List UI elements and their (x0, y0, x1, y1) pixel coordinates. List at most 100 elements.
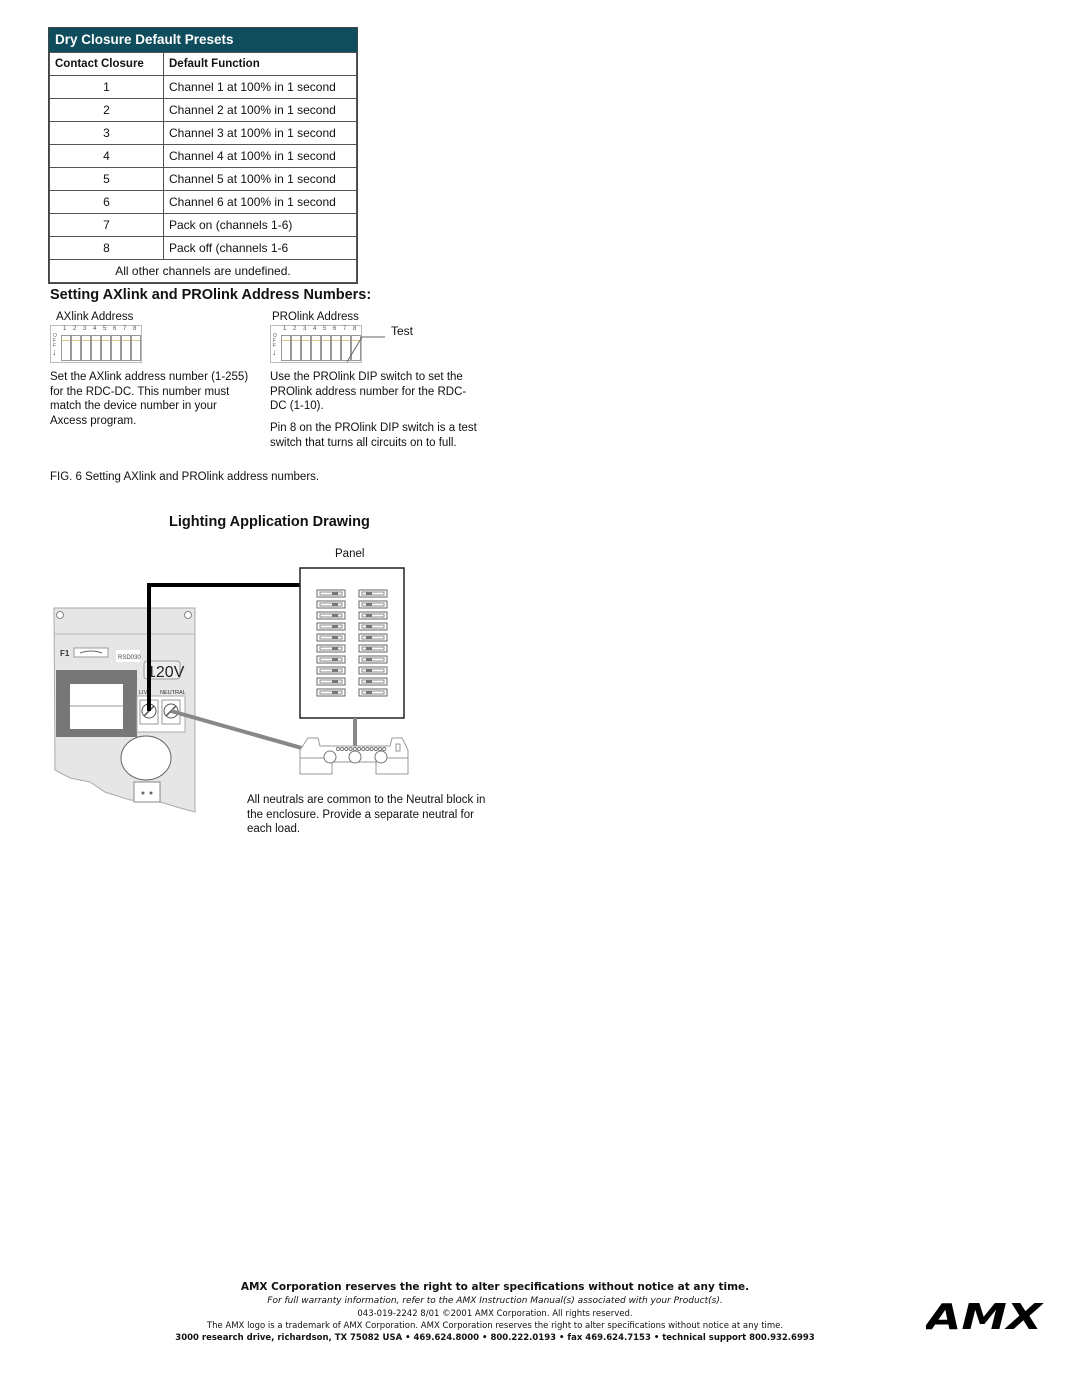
fuse-label: F1 (60, 649, 70, 658)
table-footer-note: All other channels are undefined. (49, 259, 357, 283)
neutral-terminal (361, 746, 366, 752)
column-header-default-function: Default Function (163, 52, 357, 76)
prolink-switch-2[interactable] (291, 335, 301, 361)
breaker (316, 633, 346, 642)
axlink-dip-switch: O F F ↓ 1 2 3 4 5 6 7 8 (50, 325, 142, 363)
prolink-address-label: PROlink Address (272, 311, 359, 323)
prolink-switch-number: 3 (303, 326, 307, 332)
table-row: 5 Channel 5 at 100% in 1 second (49, 167, 357, 191)
footer-warranty: For full warranty information, refer to … (267, 1296, 723, 1306)
address-section-heading: Setting AXlink and PROlink Address Numbe… (50, 287, 372, 303)
prolink-switch-5[interactable] (321, 335, 331, 361)
prolink-switch-number: 4 (313, 326, 317, 332)
default-function: Channel 3 at 100% in 1 second (163, 121, 357, 145)
axlink-switch-2[interactable] (71, 335, 81, 361)
breaker (316, 589, 346, 598)
footer-contact: 3000 research drive, richardson, TX 7508… (175, 1333, 815, 1343)
default-function: Pack on (channels 1-6) (163, 213, 357, 237)
breaker (358, 666, 388, 675)
axlink-switch-8[interactable] (131, 335, 141, 361)
breaker-panel (299, 567, 405, 719)
axlink-switch-4[interactable] (91, 335, 101, 361)
prolink-switch-3[interactable] (301, 335, 311, 361)
closure-number: 1 (49, 75, 164, 99)
prolink-switch-number: 5 (323, 326, 327, 332)
breaker (316, 644, 346, 653)
table-header-row: Contact Closure Default Function (49, 52, 357, 76)
neutral-terminal (352, 746, 357, 752)
down-arrow-icon: ↓ (52, 347, 57, 357)
default-function: Channel 6 at 100% in 1 second (163, 190, 357, 214)
svg-text:RSD030: RSD030 (118, 655, 141, 661)
breaker (316, 622, 346, 631)
prolink-switch-number: 6 (333, 326, 337, 332)
default-function: Channel 2 at 100% in 1 second (163, 98, 357, 122)
axlink-switch-3[interactable] (81, 335, 91, 361)
prolink-description: Use the PROlink DIP switch to set the PR… (270, 371, 467, 412)
axlink-switch-7[interactable] (121, 335, 131, 361)
table-title: Dry Closure Default Presets (49, 28, 357, 52)
footer-trademark: The AMX logo is a trademark of AMX Corpo… (206, 1321, 784, 1331)
closure-number: 2 (49, 98, 164, 122)
footer-copyright: 043-019-2242 8/01 ©2001 AMX Corporation.… (357, 1309, 633, 1319)
axlink-description: Set the AXlink address number (1-255) fo… (50, 371, 249, 427)
prolink-test-description: Pin 8 on the PROlink DIP switch is a tes… (270, 422, 477, 449)
neutral-terminal (377, 746, 383, 752)
test-label: Test (391, 324, 414, 338)
figure-caption: FIG. 6 Setting AXlink and PROlink addres… (50, 471, 320, 483)
table-footer-row: All other channels are undefined. (49, 259, 357, 283)
default-function: Channel 5 at 100% in 1 second (163, 167, 357, 191)
amx-logo: AMX (922, 1297, 1046, 1338)
neutral-terminal (369, 746, 374, 752)
axlink-switch-number: 3 (83, 326, 87, 332)
closure-number: 3 (49, 121, 164, 145)
breaker (316, 666, 346, 675)
closure-number: 7 (49, 213, 164, 237)
breaker (316, 688, 346, 697)
closure-number: 8 (49, 236, 164, 260)
table-row: 2 Channel 2 at 100% in 1 second (49, 98, 357, 122)
prolink-switch-number: 2 (293, 326, 297, 332)
breaker (358, 633, 388, 642)
axlink-switch-1[interactable] (61, 335, 71, 361)
prolink-switch-number: 1 (283, 326, 287, 332)
neutral-terminal (365, 746, 370, 752)
axlink-switch-number: 4 (93, 326, 97, 332)
svg-text:120V: 120V (147, 664, 185, 681)
dry-closure-presets-table: Dry Closure Default Presets Contact Clos… (48, 27, 358, 284)
prolink-switch-4[interactable] (311, 335, 321, 361)
neutral-terminal (348, 746, 353, 752)
breaker (358, 677, 388, 686)
closure-number: 6 (49, 190, 164, 214)
breaker (316, 611, 346, 620)
breaker (358, 655, 388, 664)
axlink-switch-6[interactable] (111, 335, 121, 361)
neutral-terminal (340, 746, 345, 752)
breaker (358, 589, 388, 598)
neutral-terminal (373, 746, 378, 752)
footer-disclaimer: AMX Corporation reserves the right to al… (240, 1281, 750, 1293)
table-row: 7 Pack on (channels 1-6) (49, 213, 357, 237)
breaker (358, 611, 388, 620)
table-row: 8 Pack off (channels 1-6 (49, 236, 357, 260)
test-pointer-line (346, 336, 385, 363)
default-function: Pack off (channels 1-6 (163, 236, 357, 260)
breaker (358, 600, 388, 609)
axlink-switch-number: 6 (113, 326, 117, 332)
axlink-address-label: AXlink Address (56, 311, 134, 323)
table-row: 1 Channel 1 at 100% in 1 second (49, 75, 357, 99)
table-row: 6 Channel 6 at 100% in 1 second (49, 190, 357, 214)
breaker (358, 622, 388, 631)
axlink-switch-number: 7 (123, 326, 127, 332)
axlink-switch-5[interactable] (101, 335, 111, 361)
axlink-switch-number: 5 (103, 326, 107, 332)
prolink-switch-1[interactable] (281, 335, 291, 361)
closure-number: 4 (49, 144, 164, 168)
lighting-application-drawing: F1 RSD030 120V LIVE NEUTRAL (53, 567, 409, 813)
breaker (358, 688, 388, 697)
neutral-terminal (356, 746, 362, 752)
breaker (358, 644, 388, 653)
breaker (316, 677, 346, 686)
breaker (316, 600, 346, 609)
closure-number: 5 (49, 167, 164, 191)
